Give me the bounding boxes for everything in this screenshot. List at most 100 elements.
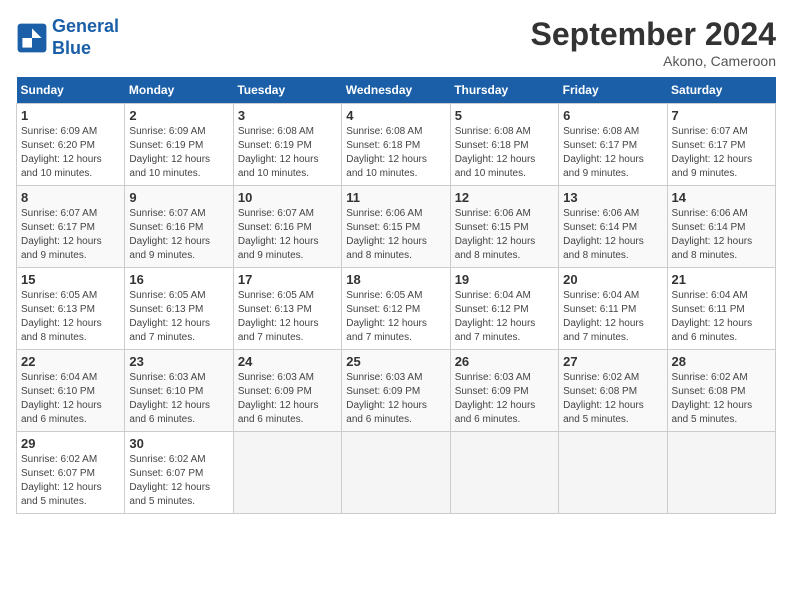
table-row: 5 Sunrise: 6:08 AMSunset: 6:18 PMDayligh…: [450, 104, 558, 186]
day-number: 17: [238, 272, 337, 287]
table-row: 26 Sunrise: 6:03 AMSunset: 6:09 PMDaylig…: [450, 350, 558, 432]
table-row: [559, 432, 667, 514]
table-row: 28 Sunrise: 6:02 AMSunset: 6:08 PMDaylig…: [667, 350, 775, 432]
day-info: Sunrise: 6:02 AMSunset: 6:08 PMDaylight:…: [563, 371, 662, 427]
col-saturday: Saturday: [667, 77, 775, 104]
day-info: Sunrise: 6:02 AMSunset: 6:07 PMDaylight:…: [21, 453, 120, 509]
day-info: Sunrise: 6:04 AMSunset: 6:11 PMDaylight:…: [672, 289, 771, 345]
day-info: Sunrise: 6:05 AMSunset: 6:13 PMDaylight:…: [21, 289, 120, 345]
table-row: 17 Sunrise: 6:05 AMSunset: 6:13 PMDaylig…: [233, 268, 341, 350]
day-info: Sunrise: 6:08 AMSunset: 6:17 PMDaylight:…: [563, 125, 662, 181]
table-row: 2 Sunrise: 6:09 AMSunset: 6:19 PMDayligh…: [125, 104, 233, 186]
table-row: 6 Sunrise: 6:08 AMSunset: 6:17 PMDayligh…: [559, 104, 667, 186]
table-row: 24 Sunrise: 6:03 AMSunset: 6:09 PMDaylig…: [233, 350, 341, 432]
table-row: 7 Sunrise: 6:07 AMSunset: 6:17 PMDayligh…: [667, 104, 775, 186]
col-tuesday: Tuesday: [233, 77, 341, 104]
day-info: Sunrise: 6:05 AMSunset: 6:13 PMDaylight:…: [238, 289, 337, 345]
day-number: 9: [129, 190, 228, 205]
table-row: [233, 432, 341, 514]
day-number: 30: [129, 436, 228, 451]
col-friday: Friday: [559, 77, 667, 104]
day-info: Sunrise: 6:06 AMSunset: 6:14 PMDaylight:…: [563, 207, 662, 263]
day-number: 12: [455, 190, 554, 205]
day-info: Sunrise: 6:06 AMSunset: 6:14 PMDaylight:…: [672, 207, 771, 263]
col-sunday: Sunday: [17, 77, 125, 104]
day-number: 7: [672, 108, 771, 123]
day-number: 14: [672, 190, 771, 205]
table-row: 3 Sunrise: 6:08 AMSunset: 6:19 PMDayligh…: [233, 104, 341, 186]
day-info: Sunrise: 6:07 AMSunset: 6:16 PMDaylight:…: [129, 207, 228, 263]
table-row: 10 Sunrise: 6:07 AMSunset: 6:16 PMDaylig…: [233, 186, 341, 268]
title-area: September 2024 Akono, Cameroon: [531, 16, 776, 69]
day-info: Sunrise: 6:05 AMSunset: 6:12 PMDaylight:…: [346, 289, 445, 345]
table-row: [667, 432, 775, 514]
day-info: Sunrise: 6:03 AMSunset: 6:09 PMDaylight:…: [238, 371, 337, 427]
logo-text-line1: General: [52, 16, 119, 38]
day-number: 6: [563, 108, 662, 123]
col-monday: Monday: [125, 77, 233, 104]
day-number: 29: [21, 436, 120, 451]
calendar-table: Sunday Monday Tuesday Wednesday Thursday…: [16, 77, 776, 514]
day-number: 24: [238, 354, 337, 369]
table-row: 30 Sunrise: 6:02 AMSunset: 6:07 PMDaylig…: [125, 432, 233, 514]
day-info: Sunrise: 6:06 AMSunset: 6:15 PMDaylight:…: [455, 207, 554, 263]
col-thursday: Thursday: [450, 77, 558, 104]
day-info: Sunrise: 6:08 AMSunset: 6:18 PMDaylight:…: [346, 125, 445, 181]
day-info: Sunrise: 6:03 AMSunset: 6:09 PMDaylight:…: [346, 371, 445, 427]
calendar-week-row: 22 Sunrise: 6:04 AMSunset: 6:10 PMDaylig…: [17, 350, 776, 432]
day-info: Sunrise: 6:05 AMSunset: 6:13 PMDaylight:…: [129, 289, 228, 345]
table-row: 18 Sunrise: 6:05 AMSunset: 6:12 PMDaylig…: [342, 268, 450, 350]
table-row: 11 Sunrise: 6:06 AMSunset: 6:15 PMDaylig…: [342, 186, 450, 268]
table-row: 8 Sunrise: 6:07 AMSunset: 6:17 PMDayligh…: [17, 186, 125, 268]
table-row: 4 Sunrise: 6:08 AMSunset: 6:18 PMDayligh…: [342, 104, 450, 186]
table-row: 19 Sunrise: 6:04 AMSunset: 6:12 PMDaylig…: [450, 268, 558, 350]
table-row: 23 Sunrise: 6:03 AMSunset: 6:10 PMDaylig…: [125, 350, 233, 432]
day-info: Sunrise: 6:02 AMSunset: 6:08 PMDaylight:…: [672, 371, 771, 427]
calendar-week-row: 1 Sunrise: 6:09 AMSunset: 6:20 PMDayligh…: [17, 104, 776, 186]
day-number: 28: [672, 354, 771, 369]
logo: General Blue: [16, 16, 119, 59]
day-info: Sunrise: 6:04 AMSunset: 6:10 PMDaylight:…: [21, 371, 120, 427]
header-row: Sunday Monday Tuesday Wednesday Thursday…: [17, 77, 776, 104]
day-info: Sunrise: 6:09 AMSunset: 6:19 PMDaylight:…: [129, 125, 228, 181]
day-info: Sunrise: 6:03 AMSunset: 6:09 PMDaylight:…: [455, 371, 554, 427]
day-number: 2: [129, 108, 228, 123]
day-info: Sunrise: 6:08 AMSunset: 6:18 PMDaylight:…: [455, 125, 554, 181]
table-row: 13 Sunrise: 6:06 AMSunset: 6:14 PMDaylig…: [559, 186, 667, 268]
table-row: 16 Sunrise: 6:05 AMSunset: 6:13 PMDaylig…: [125, 268, 233, 350]
table-row: 12 Sunrise: 6:06 AMSunset: 6:15 PMDaylig…: [450, 186, 558, 268]
day-info: Sunrise: 6:04 AMSunset: 6:11 PMDaylight:…: [563, 289, 662, 345]
day-info: Sunrise: 6:08 AMSunset: 6:19 PMDaylight:…: [238, 125, 337, 181]
day-number: 22: [21, 354, 120, 369]
day-number: 23: [129, 354, 228, 369]
logo-text-line2: Blue: [52, 38, 119, 60]
table-row: 14 Sunrise: 6:06 AMSunset: 6:14 PMDaylig…: [667, 186, 775, 268]
day-info: Sunrise: 6:09 AMSunset: 6:20 PMDaylight:…: [21, 125, 120, 181]
day-info: Sunrise: 6:04 AMSunset: 6:12 PMDaylight:…: [455, 289, 554, 345]
day-info: Sunrise: 6:02 AMSunset: 6:07 PMDaylight:…: [129, 453, 228, 509]
table-row: 22 Sunrise: 6:04 AMSunset: 6:10 PMDaylig…: [17, 350, 125, 432]
day-info: Sunrise: 6:07 AMSunset: 6:17 PMDaylight:…: [672, 125, 771, 181]
day-info: Sunrise: 6:07 AMSunset: 6:17 PMDaylight:…: [21, 207, 120, 263]
table-row: 20 Sunrise: 6:04 AMSunset: 6:11 PMDaylig…: [559, 268, 667, 350]
day-number: 21: [672, 272, 771, 287]
day-number: 18: [346, 272, 445, 287]
table-row: 27 Sunrise: 6:02 AMSunset: 6:08 PMDaylig…: [559, 350, 667, 432]
month-title: September 2024: [531, 16, 776, 53]
day-info: Sunrise: 6:03 AMSunset: 6:10 PMDaylight:…: [129, 371, 228, 427]
calendar-week-row: 29 Sunrise: 6:02 AMSunset: 6:07 PMDaylig…: [17, 432, 776, 514]
calendar-week-row: 8 Sunrise: 6:07 AMSunset: 6:17 PMDayligh…: [17, 186, 776, 268]
day-info: Sunrise: 6:06 AMSunset: 6:15 PMDaylight:…: [346, 207, 445, 263]
day-number: 15: [21, 272, 120, 287]
table-row: 1 Sunrise: 6:09 AMSunset: 6:20 PMDayligh…: [17, 104, 125, 186]
logo-icon: [16, 22, 48, 54]
day-number: 11: [346, 190, 445, 205]
table-row: 21 Sunrise: 6:04 AMSunset: 6:11 PMDaylig…: [667, 268, 775, 350]
day-number: 10: [238, 190, 337, 205]
day-number: 27: [563, 354, 662, 369]
day-number: 5: [455, 108, 554, 123]
table-row: [450, 432, 558, 514]
day-number: 16: [129, 272, 228, 287]
day-number: 13: [563, 190, 662, 205]
day-number: 25: [346, 354, 445, 369]
